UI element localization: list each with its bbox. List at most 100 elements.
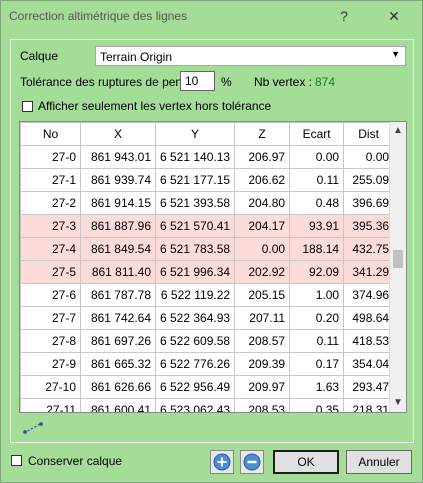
cell-no: 27-0 — [20, 145, 81, 169]
cell-z: 204.80 — [234, 191, 291, 215]
cell-ecart: 93.91 — [289, 214, 345, 238]
vertex-table-grid: No X Y Z Ecart Dist 27-0 861 943.01 6 521 … — [20, 122, 395, 412]
cell-z: 206.62 — [234, 168, 291, 192]
cell-y: 6 521 783.58 — [154, 237, 236, 261]
cell-y: 6 521 996.34 — [154, 260, 236, 284]
chevron-down-icon: ▼ — [391, 49, 400, 59]
cell-z: 209.39 — [234, 352, 291, 376]
cell-no: 27-7 — [20, 306, 81, 330]
cell-y: 6 521 177.15 — [154, 168, 236, 192]
route-icon[interactable] — [22, 421, 44, 438]
remove-circle-icon — [243, 453, 261, 471]
cell-no: 27-1 — [20, 168, 81, 192]
calque-label: Calque — [20, 49, 59, 63]
vertex-label: Nb vertex : — [254, 75, 313, 89]
column-header-ecart[interactable]: Ecart — [289, 122, 345, 146]
cell-x: 861 665.32 — [80, 352, 156, 376]
column-header-z[interactable]: Z — [234, 122, 291, 146]
calque-select[interactable]: Terrain Origin ▼ — [95, 46, 406, 66]
cell-y: 6 523 062.43 — [154, 398, 236, 412]
table-row[interactable]: 27-7 861 742.64 6 522 364.93 207.11 0.20 498.… — [20, 306, 395, 330]
cell-x: 861 849.54 — [80, 237, 156, 261]
cell-ecart: 0.00 — [289, 145, 345, 169]
cell-z: 208.57 — [234, 329, 291, 353]
cell-dist: 498.64 — [343, 306, 395, 330]
cell-dist: 354.04 — [343, 352, 395, 376]
cell-dist: 341.29 — [343, 260, 395, 284]
cancel-button[interactable]: Annuler — [346, 450, 412, 474]
scroll-thumb[interactable] — [393, 250, 403, 269]
cell-y: 6 522 609.58 — [154, 329, 236, 353]
tolerance-input[interactable]: 10 — [180, 71, 215, 91]
cell-x: 861 600.41 — [80, 398, 156, 412]
cell-no: 27-4 — [20, 237, 81, 261]
main-panel: Calque Terrain Origin ▼ Tolérance des ru… — [10, 39, 414, 443]
remove-vertex-button[interactable] — [240, 450, 264, 474]
cell-ecart: 92.09 — [289, 260, 345, 284]
add-vertex-button[interactable] — [210, 450, 234, 474]
column-header-y[interactable]: Y — [154, 122, 236, 146]
table-body: 27-0 861 943.01 6 521 140.13 206.97 0.00 0.00… — [20, 145, 395, 412]
cell-x: 861 939.74 — [80, 168, 156, 192]
vertical-scrollbar[interactable]: ▲ ▼ — [389, 122, 406, 412]
cell-x: 861 742.64 — [80, 306, 156, 330]
cell-dist: 218.31 — [343, 398, 395, 412]
cell-y: 6 522 956.49 — [154, 375, 236, 399]
table-row[interactable]: 27-3 861 887.96 6 521 570.41 204.17 93.91 395… — [20, 214, 395, 238]
cell-ecart: 0.35 — [289, 398, 345, 412]
table-row[interactable]: 27-11 861 600.41 6 523 062.43 208.53 0.35 218… — [20, 398, 395, 412]
cell-x: 861 787.78 — [80, 283, 156, 307]
cell-y: 6 522 364.93 — [154, 306, 236, 330]
cell-ecart: 0.11 — [289, 329, 345, 353]
cell-dist: 418.53 — [343, 329, 395, 353]
table-row[interactable]: 27-1 861 939.74 6 521 177.15 206.62 0.11 255.… — [20, 168, 395, 192]
cell-y: 6 522 776.26 — [154, 352, 236, 376]
table-row[interactable]: 27-4 861 849.54 6 521 783.58 0.00 188.14 432.… — [20, 237, 395, 261]
tolerance-label: Tolérance des ruptures de pente — [20, 75, 193, 89]
cell-z: 206.97 — [234, 145, 291, 169]
cell-ecart: 0.48 — [289, 191, 345, 215]
scroll-down-button[interactable]: ▼ — [390, 394, 406, 411]
cell-no: 27-2 — [20, 191, 81, 215]
table-row[interactable]: 27-0 861 943.01 6 521 140.13 206.97 0.00 0.00 — [20, 145, 395, 169]
cell-x: 861 887.96 — [80, 214, 156, 238]
close-button[interactable]: ✕ — [379, 5, 409, 27]
cell-x: 861 697.26 — [80, 329, 156, 353]
cell-ecart: 0.17 — [289, 352, 345, 376]
tolerance-unit: % — [221, 75, 232, 89]
cell-z: 202.92 — [234, 260, 291, 284]
window-title: Correction altimétrique des lignes — [9, 9, 188, 23]
help-button[interactable]: ? — [329, 5, 359, 27]
cell-dist: 0.00 — [343, 145, 395, 169]
cell-x: 861 626.66 — [80, 375, 156, 399]
column-header-no[interactable]: No — [20, 122, 81, 146]
cell-dist: 396.69 — [343, 191, 395, 215]
cell-dist: 432.75 — [343, 237, 395, 261]
table-row[interactable]: 27-10 861 626.66 6 522 956.49 209.97 1.63 293… — [20, 375, 395, 399]
cell-x: 861 811.40 — [80, 260, 156, 284]
keep-layer-checkbox[interactable] — [11, 455, 22, 466]
cell-no: 27-5 — [20, 260, 81, 284]
cell-dist: 395.36 — [343, 214, 395, 238]
scroll-up-button[interactable]: ▲ — [390, 122, 406, 139]
cell-no: 27-6 — [20, 283, 81, 307]
filter-checkbox[interactable] — [22, 101, 33, 112]
table-row[interactable]: 27-5 861 811.40 6 521 996.34 202.92 92.09 341… — [20, 260, 395, 284]
cell-y: 6 521 393.58 — [154, 191, 236, 215]
cell-no: 27-8 — [20, 329, 81, 353]
cell-z: 0.00 — [234, 237, 291, 261]
dialog-window: Correction altimétrique des lignes ? ✕ C… — [0, 0, 423, 483]
vertex-table: No X Y Z Ecart Dist 27-0 861 943.01 6 521 … — [19, 121, 407, 413]
title-bar: Correction altimétrique des lignes ? ✕ — [1, 1, 422, 31]
column-header-x[interactable]: X — [80, 122, 156, 146]
cell-y: 6 521 570.41 — [154, 214, 236, 238]
table-row[interactable]: 27-9 861 665.32 6 522 776.26 209.39 0.17 354.… — [20, 352, 395, 376]
cell-no: 27-11 — [20, 398, 81, 412]
cell-no: 27-3 — [20, 214, 81, 238]
table-row[interactable]: 27-2 861 914.15 6 521 393.58 204.80 0.48 396.… — [20, 191, 395, 215]
table-row[interactable]: 27-6 861 787.78 6 522 119.22 205.15 1.00 374.… — [20, 283, 395, 307]
column-header-dist[interactable]: Dist — [343, 122, 395, 146]
cell-y: 6 522 119.22 — [154, 283, 236, 307]
ok-button[interactable]: OK — [273, 450, 339, 474]
table-row[interactable]: 27-8 861 697.26 6 522 609.58 208.57 0.11 418.… — [20, 329, 395, 353]
